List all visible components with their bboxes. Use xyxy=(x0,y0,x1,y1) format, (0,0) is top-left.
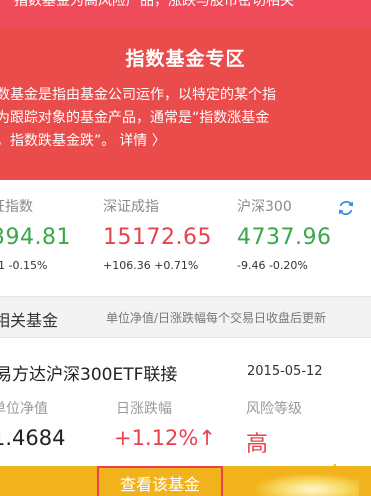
index-value: 394.81 xyxy=(0,225,71,250)
index-quotes: 证指数 394.81 41 -0.15% 深证成指 15172.65 +106.… xyxy=(0,196,371,292)
index-name: 深证成指 xyxy=(103,199,159,215)
banner-line-1: 数基金是指由基金公司运作，以特定的某个指 xyxy=(0,87,276,103)
banner-title: 指数基金专区 xyxy=(125,48,246,70)
banner-line-2: 为跟踪对象的基金产品，通常是“指数涨基金 xyxy=(0,110,270,126)
risk-value: 高 xyxy=(246,432,269,457)
index-value: 15172.65 xyxy=(103,225,212,250)
risk-label: 风险等级 xyxy=(246,401,302,417)
sparkle-icon xyxy=(320,463,349,477)
index-hs300[interactable]: 沪深300 4737.96 -9.46 -0.20% xyxy=(237,196,331,272)
index-change: +106.36 +0.71% xyxy=(103,259,199,272)
related-funds-header: 相关基金 单位净值/日涨跌幅每个交易日收盘后更新 xyxy=(0,296,371,338)
index-shanghai[interactable]: 证指数 394.81 41 -0.15% xyxy=(0,196,71,272)
fund-name: 易方达沪深300ETF联接 xyxy=(0,365,178,385)
banner-line-3: ，指数跌基金跌”。 详情 〉 xyxy=(0,130,362,153)
risk-warning-text: 指数基金为高风险产品，涨跌与股市密切相关 xyxy=(14,0,294,9)
view-fund-button[interactable]: 查看该基金 xyxy=(97,466,223,496)
index-change: 41 -0.15% xyxy=(0,259,48,272)
change-label: 日涨跌幅 xyxy=(116,401,172,417)
index-change: -9.46 -0.20% xyxy=(237,259,308,272)
detail-link[interactable]: 详情 〉 xyxy=(119,133,165,149)
index-shenzhen[interactable]: 深证成指 15172.65 +106.36 +0.71% xyxy=(103,196,212,272)
index-name: 证指数 xyxy=(0,199,33,215)
index-fund-banner: 指数基金专区 数基金是指由基金公司运作，以特定的某个指 为跟踪对象的基金产品，通… xyxy=(0,28,371,180)
nav-label: 单位净值 xyxy=(0,401,48,417)
banner-description: 数基金是指由基金公司运作，以特定的某个指 为跟踪对象的基金产品，通常是“指数涨基… xyxy=(0,84,362,153)
risk-warning-bar: 指数基金为高风险产品，涨跌与股市密切相关 xyxy=(0,0,371,28)
banner-line-3-text: ，指数跌基金跌”。 xyxy=(0,133,116,149)
index-value: 4737.96 xyxy=(237,225,332,250)
fund-date: 2015-05-12 xyxy=(247,364,323,379)
update-note: 单位净值/日涨跌幅每个交易日收盘后更新 xyxy=(106,311,327,325)
change-value: +1.12%↑ xyxy=(114,426,216,450)
nav-value: 1.4684 xyxy=(0,426,66,450)
refresh-icon[interactable] xyxy=(337,199,355,217)
fund-card[interactable]: 易方达沪深300ETF联接 2015-05-12 单位净值 日涨跌幅 风险等级 … xyxy=(0,346,371,466)
index-name: 沪深300 xyxy=(237,199,292,215)
section-title: 相关基金 xyxy=(0,311,59,330)
